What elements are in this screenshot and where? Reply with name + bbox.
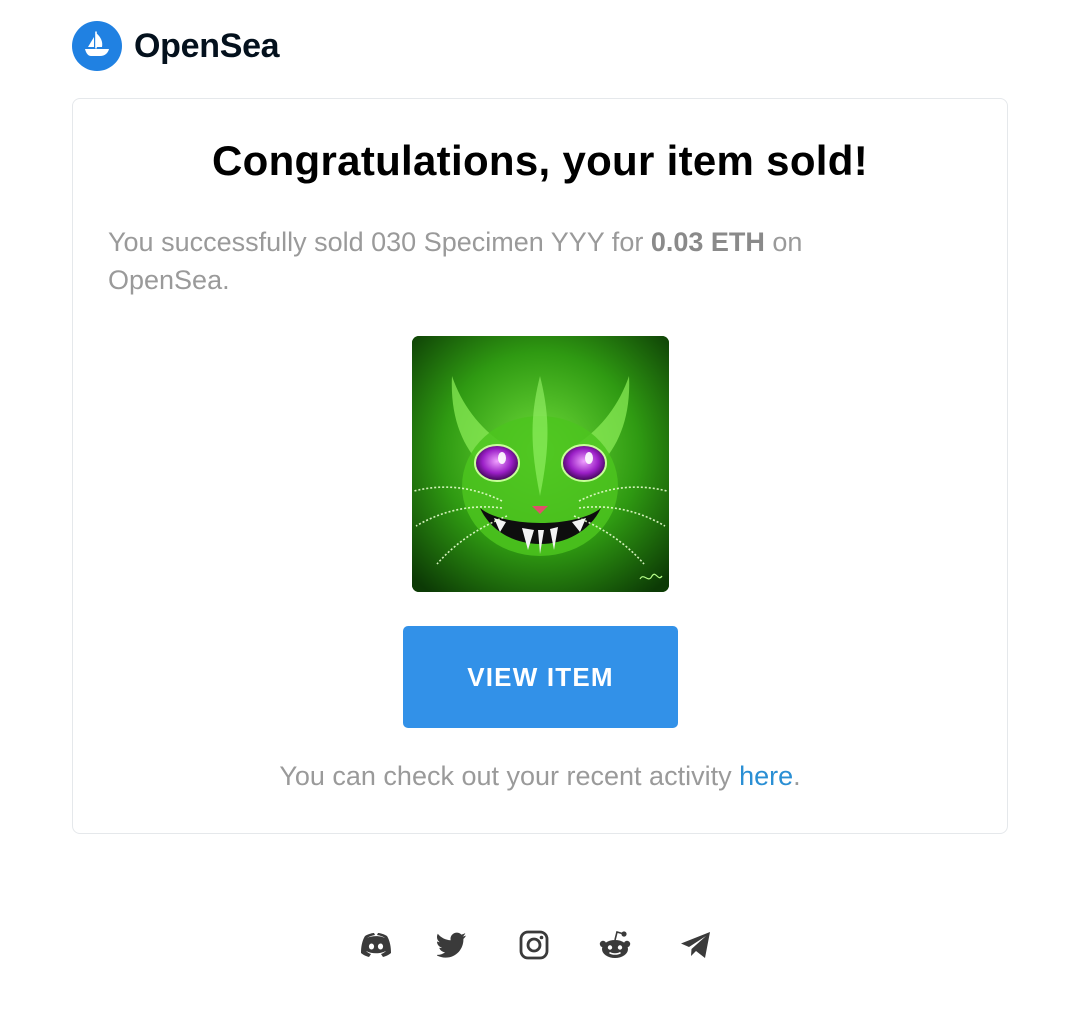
sale-price: 0.03 ETH xyxy=(650,227,765,257)
item-image[interactable] xyxy=(412,336,669,592)
reddit-icon[interactable] xyxy=(598,928,632,962)
recent-activity-suffix: . xyxy=(793,761,801,791)
opensea-logo-icon xyxy=(72,21,122,71)
social-links xyxy=(0,928,1078,964)
sale-notification-card: Congratulations, your item sold! You suc… xyxy=(72,98,1008,834)
telegram-icon[interactable] xyxy=(679,928,713,962)
card-title: Congratulations, your item sold! xyxy=(212,137,868,184)
view-item-button[interactable]: VIEW ITEM xyxy=(403,626,678,728)
sale-message: You successfully sold 030 Specimen YYY f… xyxy=(108,223,898,299)
instagram-icon[interactable] xyxy=(517,928,551,962)
brand-name: OpenSea xyxy=(134,26,280,65)
twitter-icon[interactable] xyxy=(435,928,469,962)
discord-icon[interactable] xyxy=(359,928,393,962)
email-page: OpenSea Congratulations, your item sold!… xyxy=(0,0,1078,1017)
brand-header[interactable]: OpenSea xyxy=(72,21,280,71)
recent-activity-link[interactable]: here xyxy=(739,761,793,791)
sale-message-prefix: You successfully sold 030 Specimen YYY f… xyxy=(108,227,651,257)
recent-activity-prefix: You can check out your recent activity xyxy=(279,761,740,791)
recent-activity-text: You can check out your recent activity h… xyxy=(73,761,1007,792)
